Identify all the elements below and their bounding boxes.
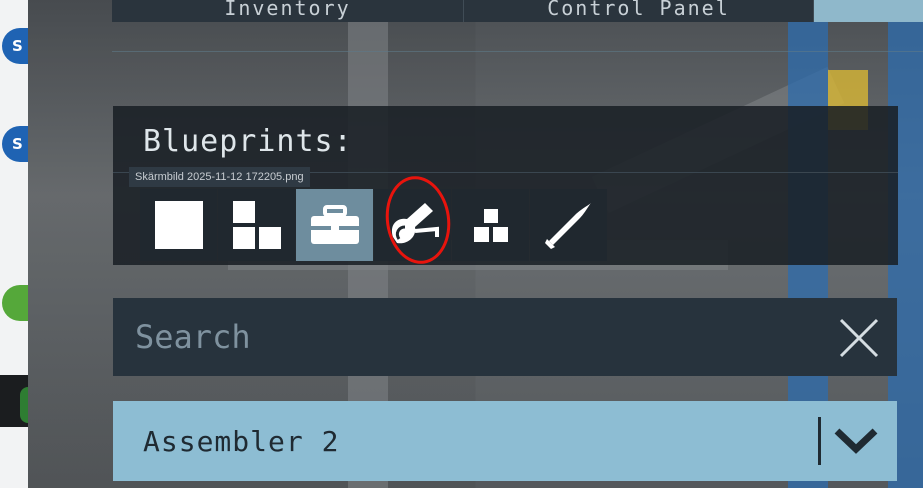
search-bar <box>113 298 897 376</box>
avatar <box>20 387 28 423</box>
category-large-blocks-button[interactable] <box>140 189 217 261</box>
tab-production[interactable] <box>814 0 923 22</box>
blueprints-panel: Blueprints: Skärmbild 2025-11-12 172205.… <box>113 106 898 265</box>
small-block-icon <box>232 201 281 249</box>
components-icon <box>473 209 508 242</box>
large-block-icon <box>154 201 203 249</box>
avatar <box>2 285 28 321</box>
file-tooltip: Skärmbild 2025-11-12 172205.png <box>129 167 310 187</box>
category-components-button[interactable] <box>452 189 529 261</box>
tab-control-panel[interactable]: Control Panel <box>464 0 814 22</box>
avatar: S <box>2 28 28 64</box>
assembler-select[interactable]: Assembler 2 <box>113 401 897 481</box>
close-icon[interactable] <box>837 316 881 360</box>
category-tools-button[interactable] <box>296 189 373 261</box>
chevron-down-icon[interactable] <box>833 425 879 457</box>
divider <box>112 51 923 52</box>
avatar: S <box>2 126 28 162</box>
category-small-blocks-button[interactable] <box>218 189 295 261</box>
background-window-strip: S S <box>0 0 28 488</box>
blueprint-category-bar <box>140 189 608 261</box>
tab-inventory[interactable]: Inventory <box>112 0 464 22</box>
toolbox-icon <box>310 205 359 244</box>
search-input[interactable] <box>113 298 813 376</box>
tab-bar: Inventory Control Panel <box>112 0 923 22</box>
ammo-icon <box>544 203 591 249</box>
category-ammo-button[interactable] <box>530 189 607 261</box>
assembler-select-value: Assembler 2 <box>143 425 340 458</box>
blueprints-title: Blueprints: <box>143 124 353 159</box>
divider <box>818 417 821 465</box>
